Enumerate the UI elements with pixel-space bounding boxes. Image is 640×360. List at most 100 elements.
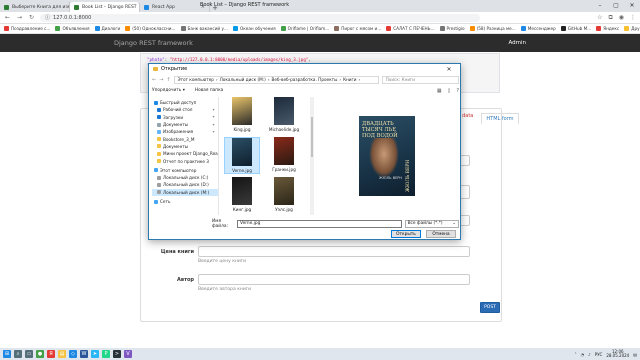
clock[interactable]: 12:06 28.05.2024: [606, 349, 629, 359]
breadcrumb-item[interactable]: Этот компьютер: [178, 77, 214, 82]
breadcrumb[interactable]: Этот компьютер › Локальный диск (M:) › Веб-в…: [173, 75, 379, 84]
nav-pane-item[interactable]: Локальный диск (C:): [152, 174, 218, 181]
post-button[interactable]: POST: [480, 302, 500, 313]
file-thumbnail[interactable]: Уэлс.jpg: [266, 177, 302, 212]
minimize-icon[interactable]: –: [592, 0, 608, 10]
filename-value: Verne.jpg: [239, 221, 261, 226]
network-icon[interactable]: ◔: [581, 352, 585, 357]
nav-pane-item[interactable]: Отчет по практике 3: [152, 157, 218, 164]
help-icon[interactable]: ?: [456, 88, 459, 94]
chrome-icon[interactable]: ●: [36, 350, 44, 358]
nav-pane-item[interactable]: Bookstore_3_M: [152, 135, 218, 142]
profile-icon[interactable]: ◉: [619, 14, 624, 22]
yandex-icon[interactable]: Я: [47, 350, 55, 358]
reload-icon[interactable]: ↻: [28, 14, 35, 21]
nav-pane-item[interactable]: Рабочий стол ✦: [152, 106, 218, 113]
bookmark-item[interactable]: (50) Одноклассни...: [125, 26, 176, 31]
task-view-icon[interactable]: ▭: [25, 350, 33, 358]
nav-pane-item[interactable]: Локальный диск (D:): [152, 181, 218, 188]
bookmark-item[interactable]: Prestigio: [439, 26, 465, 31]
search-icon[interactable]: ⌕: [14, 350, 22, 358]
file-thumbnail[interactable]: King.jpg: [224, 97, 260, 132]
explorer-icon[interactable]: ▤: [58, 350, 66, 358]
file-thumbnail[interactable]: Michaelide.jpg: [266, 97, 302, 132]
url-input[interactable]: ⓘ 127.0.0.1:8000: [40, 13, 480, 22]
breadcrumb-item[interactable]: Книги: [343, 77, 356, 82]
viber-icon[interactable]: V: [124, 350, 132, 358]
bookmark-item[interactable]: Банк вакансий у...: [180, 26, 228, 31]
maximize-icon[interactable]: ▢: [608, 0, 624, 10]
open-button[interactable]: Открыть: [391, 230, 421, 238]
telegram-icon[interactable]: ➤: [91, 350, 99, 358]
dialog-close-icon[interactable]: ✕: [442, 65, 456, 74]
bookmark-item[interactable]: (58) Разница ме...: [469, 26, 516, 31]
bookmark-item[interactable]: GitHub M...: [560, 26, 591, 31]
volume-icon[interactable]: ♪: [588, 352, 591, 357]
nav-pane-item[interactable]: Изображения ✦: [152, 128, 218, 135]
file-thumbnail[interactable]: Кинг.jpg: [224, 177, 260, 212]
language-indicator[interactable]: РУС: [595, 352, 603, 357]
chevron-up-icon[interactable]: ˄: [575, 352, 577, 357]
dialog-toolbar: Упорядочить ▾ Новая папка ▦ ▯ ?: [152, 86, 459, 95]
chevron-down-icon: ⌄: [452, 221, 456, 226]
bookmark-item[interactable]: Oriflame | Oriflam...: [280, 26, 329, 31]
folder-icon: [154, 199, 158, 204]
bookmark-item[interactable]: Пирог с мясом и...: [334, 26, 381, 31]
filename-input[interactable]: Verne.jpg: [236, 219, 402, 228]
drf-brand[interactable]: Django REST framework: [114, 39, 193, 47]
bookmark-item[interactable]: Другие закладки: [624, 26, 640, 31]
bookmark-label: (50) Одноклассни...: [132, 26, 176, 31]
back-icon[interactable]: ←: [4, 14, 11, 21]
new-folder-button[interactable]: Новая папка: [195, 88, 223, 93]
nav-pane-item[interactable]: Мини проект Django_React: [152, 150, 218, 157]
file-list-scrollbar[interactable]: [310, 97, 314, 215]
cancel-button[interactable]: Отмена: [426, 230, 456, 238]
view-icon[interactable]: ▦: [437, 88, 442, 94]
organize-button[interactable]: Упорядочить ▾: [152, 88, 185, 93]
dialog-search-input[interactable]: Поиск: Книги: [381, 75, 459, 84]
menu-icon[interactable]: ⋮: [630, 14, 636, 22]
nav-pane-item[interactable]: Локальный диск (M:): [152, 188, 218, 196]
forward-icon[interactable]: →: [159, 77, 163, 83]
nav-pane-item[interactable]: Документы ✦: [152, 121, 218, 128]
close-window-icon[interactable]: ✕: [624, 0, 640, 10]
windows-icon[interactable]: ⊞: [3, 350, 11, 358]
bookmark-item[interactable]: Яндекс: [596, 26, 619, 31]
user-menu[interactable]: Admin: [508, 40, 526, 46]
pycharm-icon[interactable]: P: [102, 350, 110, 358]
nav-pane-item[interactable]: Этот компьютер: [152, 167, 218, 174]
nav-pane-item[interactable]: Быстрый доступ: [152, 99, 218, 106]
nav-pane-item[interactable]: Сеть: [152, 198, 218, 205]
dialog-buttons: Открыть Отмена: [391, 230, 456, 238]
extensions-icon[interactable]: ⧉: [608, 14, 612, 22]
bookmark-item[interactable]: Поздравление с...: [4, 26, 50, 31]
bookmark-item[interactable]: САЛАТ С ПЕЧЕНЬ...: [386, 26, 435, 31]
word-icon[interactable]: W: [80, 350, 88, 358]
tab-html-form[interactable]: HTML form: [481, 113, 519, 124]
breadcrumb-item[interactable]: Локальный диск (M:): [220, 77, 266, 82]
star-icon[interactable]: ☆: [597, 14, 602, 22]
bookmark-item[interactable]: Объявления: [55, 26, 90, 31]
browser-tab[interactable]: Выберите Книга для изм×: [0, 2, 70, 12]
forward-icon[interactable]: →: [16, 14, 23, 21]
vscode-icon[interactable]: ◇: [69, 350, 77, 358]
nav-pane-item[interactable]: Загрузки ✦: [152, 114, 218, 121]
browser-tab[interactable]: Book List – Django REST×: [70, 2, 140, 12]
up-icon[interactable]: ↑: [166, 77, 170, 83]
file-name: King.jpg: [233, 127, 251, 132]
back-icon[interactable]: ←: [152, 77, 156, 83]
bookmark-icon: [94, 26, 100, 31]
file-type-select[interactable]: Все файлы (*.*) ⌄: [404, 219, 459, 228]
bookmark-item[interactable]: Мессенджер: [520, 26, 556, 31]
preview-pane-icon[interactable]: ▯: [448, 88, 451, 94]
bookmark-item[interactable]: Океан обучения: [232, 26, 276, 31]
nav-pane-item[interactable]: Документы: [152, 143, 218, 150]
terminal-icon[interactable]: >: [113, 350, 121, 358]
bookmark-item[interactable]: Диалоги: [94, 26, 120, 31]
breadcrumb-item[interactable]: Веб-веб-разработка. Проекты: [271, 77, 337, 82]
notifications-icon[interactable]: ▤: [633, 352, 637, 357]
file-thumbnail[interactable]: Гранки.jpg: [266, 137, 302, 172]
author-field[interactable]: [198, 274, 470, 285]
file-thumbnail[interactable]: Verne.jpg: [224, 137, 260, 174]
price-field[interactable]: [198, 246, 470, 257]
